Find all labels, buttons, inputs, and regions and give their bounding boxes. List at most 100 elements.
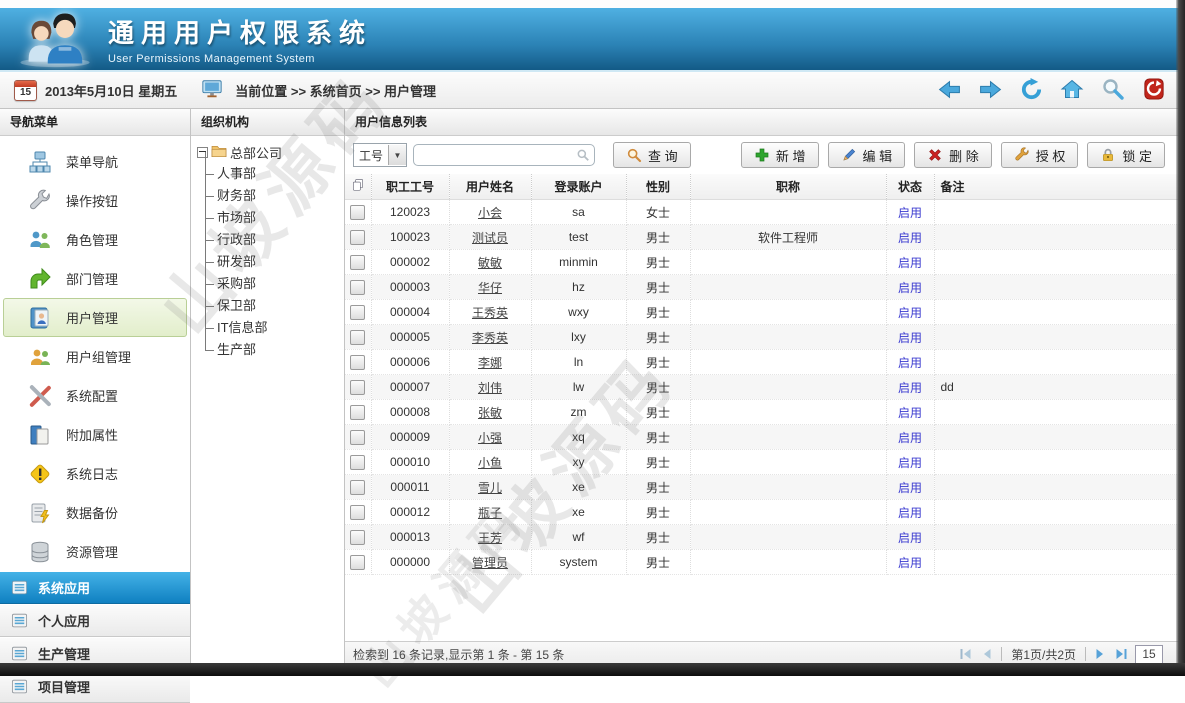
user-name-link[interactable]: 瓶子 (478, 506, 502, 520)
row-checkbox[interactable] (350, 405, 365, 420)
tree-node[interactable]: 保卫部 (201, 295, 342, 317)
tree-node[interactable]: IT信息部 (201, 317, 342, 339)
row-checkbox[interactable] (350, 430, 365, 445)
user-name-link[interactable]: 小会 (478, 206, 502, 220)
table-row[interactable]: 000005李秀英lxy男士启用 (345, 325, 1185, 350)
user-name-link[interactable]: 王秀英 (472, 306, 508, 320)
table-row[interactable]: 000002敏敏minmin男士启用 (345, 250, 1185, 275)
user-name-link[interactable]: 雪儿 (478, 481, 502, 495)
search-input[interactable] (413, 144, 595, 166)
row-checkbox[interactable] (350, 205, 365, 220)
select-all-icon[interactable] (351, 181, 365, 195)
user-name-link[interactable]: 敏敏 (478, 256, 502, 270)
user-name-link[interactable]: 李娜 (478, 356, 502, 370)
row-checkbox[interactable] (350, 355, 365, 370)
table-row[interactable]: 000008张敏zm男士启用 (345, 400, 1185, 425)
row-checkbox[interactable] (350, 280, 365, 295)
pagination: 第1页/共2页 15 (959, 645, 1177, 664)
sidebar-item-role-mgmt[interactable]: 角色管理 (3, 220, 187, 259)
col-header-status[interactable]: 状态 (886, 174, 934, 200)
table-row[interactable]: 000007刘伟lw男士启用dd (345, 375, 1185, 400)
user-name-link[interactable]: 小鱼 (478, 456, 502, 470)
table-row[interactable]: 000012瓶子xe男士启用 (345, 500, 1185, 525)
tree-node[interactable]: 财务部 (201, 185, 342, 207)
table-row[interactable]: 000011雪儿xe男士启用 (345, 475, 1185, 500)
first-page-button[interactable] (959, 647, 973, 661)
page-size-select[interactable]: 15 (1135, 645, 1163, 664)
row-checkbox[interactable] (350, 555, 365, 570)
sidebar-item-resource-mgmt[interactable]: 资源管理 (3, 532, 187, 571)
tree-root-node[interactable]: 总部公司 (197, 141, 342, 163)
sidebar-item-dept-mgmt[interactable]: 部门管理 (3, 259, 187, 298)
table-row[interactable]: 120023小会sa女士启用 (345, 200, 1185, 225)
user-name-link[interactable]: 小强 (478, 431, 502, 445)
exit-button[interactable] (1141, 76, 1167, 102)
row-checkbox[interactable] (350, 480, 365, 495)
next-page-button[interactable] (1093, 647, 1107, 661)
tree-node[interactable]: 研发部 (201, 251, 342, 273)
row-checkbox[interactable] (350, 330, 365, 345)
search-field-select[interactable]: 工号 ▼ (353, 143, 407, 167)
tree-collapse-icon[interactable] (197, 147, 208, 158)
cell-title (690, 325, 886, 350)
row-checkbox[interactable] (350, 305, 365, 320)
back-button[interactable] (936, 76, 962, 102)
prev-page-button[interactable] (980, 647, 994, 661)
sidebar-item-user-mgmt[interactable]: 用户管理 (3, 298, 187, 337)
add-button[interactable]: 新 增 (741, 142, 819, 168)
tree-node[interactable]: 人事部 (201, 163, 342, 185)
col-header-login-account[interactable]: 登录账户 (531, 174, 626, 200)
tree-node[interactable]: 生产部 (201, 339, 342, 361)
table-row[interactable]: 000009小强xq男士启用 (345, 425, 1185, 450)
authorize-button[interactable]: 授 权 (1001, 142, 1079, 168)
table-row[interactable]: 000013王芳wf男士启用 (345, 525, 1185, 550)
user-name-link[interactable]: 张敏 (478, 406, 502, 420)
user-name-link[interactable]: 管理员 (472, 556, 508, 570)
col-header-user-name[interactable]: 用户姓名 (449, 174, 531, 200)
table-row[interactable]: 000006李娜ln男士启用 (345, 350, 1185, 375)
col-header-remark[interactable]: 备注 (934, 174, 1185, 200)
tree-node[interactable]: 行政部 (201, 229, 342, 251)
sidebar-item-extra-attrs[interactable]: 附加属性 (3, 415, 187, 454)
col-header-job-title[interactable]: 职称 (690, 174, 886, 200)
row-checkbox[interactable] (350, 380, 365, 395)
last-page-button[interactable] (1114, 647, 1128, 661)
cell-id: 000002 (371, 250, 449, 275)
sidebar-group-system-apps[interactable]: 系统应用 (0, 571, 190, 604)
query-button[interactable]: 查 询 (613, 142, 691, 168)
sidebar-item-data-backup[interactable]: 数据备份 (3, 493, 187, 532)
table-row[interactable]: 000003华仔hz男士启用 (345, 275, 1185, 300)
row-checkbox[interactable] (350, 455, 365, 470)
cell-gender: 女士 (626, 200, 690, 225)
row-checkbox[interactable] (350, 230, 365, 245)
delete-button[interactable]: 删 除 (914, 142, 992, 168)
user-name-link[interactable]: 李秀英 (472, 331, 508, 345)
forward-button[interactable] (977, 76, 1003, 102)
row-checkbox[interactable] (350, 530, 365, 545)
sidebar-item-sys-config[interactable]: 系统配置 (3, 376, 187, 415)
tree-node[interactable]: 市场部 (201, 207, 342, 229)
lock-button[interactable]: 锁 定 (1087, 142, 1165, 168)
col-header-gender[interactable]: 性别 (626, 174, 690, 200)
edit-button[interactable]: 编 辑 (828, 142, 906, 168)
col-header-employee-id[interactable]: 职工工号 (371, 174, 449, 200)
sidebar-item-sys-log[interactable]: 系统日志 (3, 454, 187, 493)
sidebar-item-user-group-mgmt[interactable]: 用户组管理 (3, 337, 187, 376)
sidebar-item-menu-nav[interactable]: 菜单导航 (3, 142, 187, 181)
search-button[interactable] (1100, 76, 1126, 102)
table-row[interactable]: 000000管理员system男士启用 (345, 550, 1185, 575)
user-name-link[interactable]: 华仔 (478, 281, 502, 295)
user-name-link[interactable]: 刘伟 (478, 381, 502, 395)
row-checkbox[interactable] (350, 505, 365, 520)
sidebar-group-personal-apps[interactable]: 个人应用 (0, 604, 190, 637)
user-name-link[interactable]: 测试员 (472, 231, 508, 245)
user-name-link[interactable]: 王芳 (478, 531, 502, 545)
tree-node[interactable]: 采购部 (201, 273, 342, 295)
refresh-button[interactable] (1018, 76, 1044, 102)
table-row[interactable]: 000010小鱼xy男士启用 (345, 450, 1185, 475)
table-row[interactable]: 100023测试员test男士软件工程师启用 (345, 225, 1185, 250)
table-row[interactable]: 000004王秀英wxy男士启用 (345, 300, 1185, 325)
home-button[interactable] (1059, 76, 1085, 102)
row-checkbox[interactable] (350, 255, 365, 270)
sidebar-item-action-buttons[interactable]: 操作按钮 (3, 181, 187, 220)
